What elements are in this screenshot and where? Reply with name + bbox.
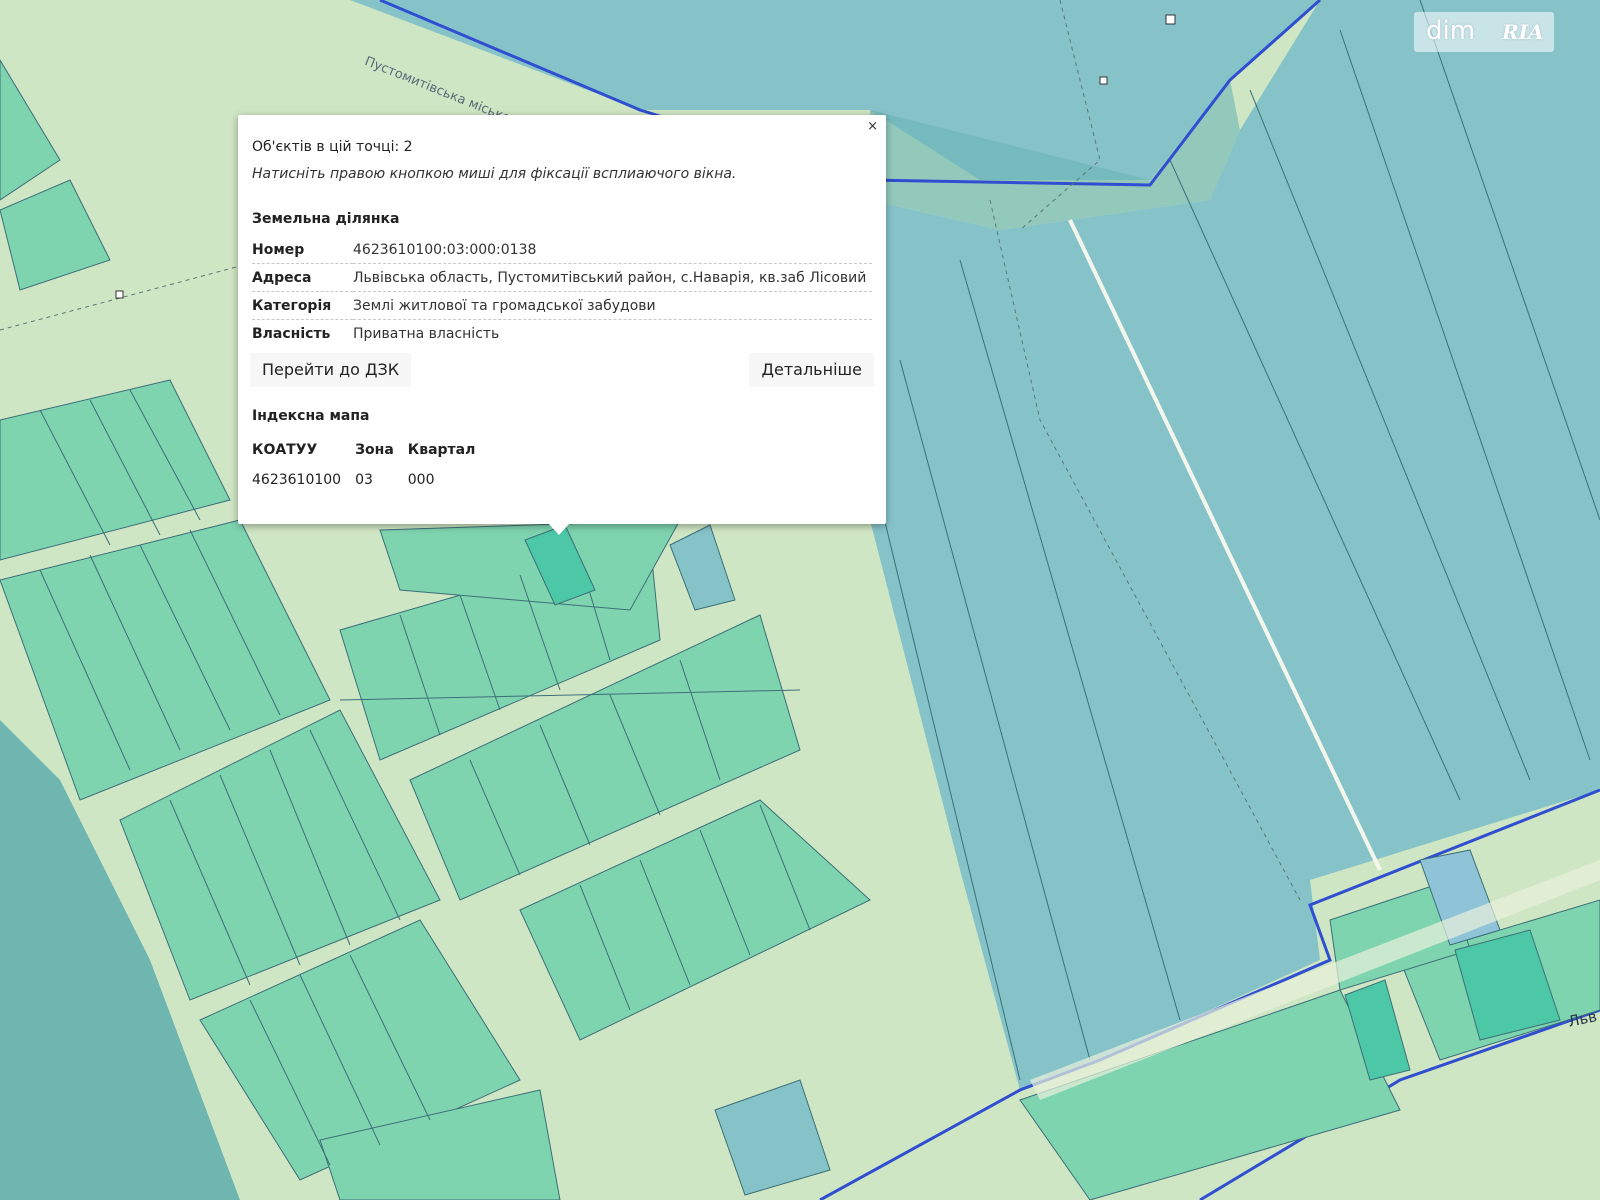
- info-popup: × Об'єктів в цій точці: 2 Натисніть прав…: [238, 115, 886, 524]
- close-icon[interactable]: ×: [867, 119, 878, 134]
- details-button[interactable]: Детальніше: [749, 353, 874, 387]
- plot-ownership: Приватна власність: [353, 325, 500, 342]
- table-row: 4623610100 03 000: [252, 463, 489, 497]
- plot-address: Львівська область, Пустомитівський район…: [353, 263, 872, 292]
- popup-pointer: [548, 523, 570, 535]
- value-quarter: 000: [407, 472, 435, 488]
- index-map-title: Індексна мапа: [252, 408, 370, 424]
- land-plot-table: Номер 4623610100:03:000:0138 Адреса Льві…: [252, 236, 872, 347]
- plot-category: Землі житлової та громадської забудови: [353, 291, 872, 320]
- land-plot-title: Земельна ділянка: [252, 211, 400, 227]
- plot-number: 4623610100:03:000:0138: [353, 236, 872, 264]
- header-quarter: Квартал: [407, 442, 476, 458]
- table-row: Адреса Львівська область, Пустомитівськи…: [252, 263, 872, 292]
- row-key: Адреса: [252, 263, 353, 292]
- go-to-dzk-button[interactable]: Перейти до ДЗК: [250, 353, 412, 387]
- index-map-table: КОАТУУ Зона Квартал 4623610100 03 000: [252, 437, 489, 497]
- watermark-dim: dim: [1426, 16, 1476, 46]
- row-key: Номер: [252, 236, 353, 264]
- table-header-row: КОАТУУ Зона Квартал: [252, 437, 489, 463]
- table-row: Власність Приватна власність: [252, 320, 872, 348]
- header-koatuu: КОАТУУ: [252, 442, 318, 458]
- table-row: Категорія Землі житлової та громадської …: [252, 291, 872, 320]
- watermark-ria: RIA: [1502, 20, 1544, 44]
- pin-hint: Натисніть правою кнопкою миші для фіксац…: [252, 166, 737, 182]
- value-koatuu: 4623610100: [252, 472, 342, 488]
- value-zone: 03: [355, 472, 373, 488]
- header-zone: Зона: [355, 442, 394, 458]
- row-key: Категорія: [252, 291, 353, 320]
- objects-count: Об'єктів в цій точці: 2: [252, 139, 413, 155]
- row-key: Власність: [252, 325, 331, 342]
- watermark: dim RIA: [1414, 12, 1554, 52]
- table-row: Номер 4623610100:03:000:0138: [252, 236, 872, 264]
